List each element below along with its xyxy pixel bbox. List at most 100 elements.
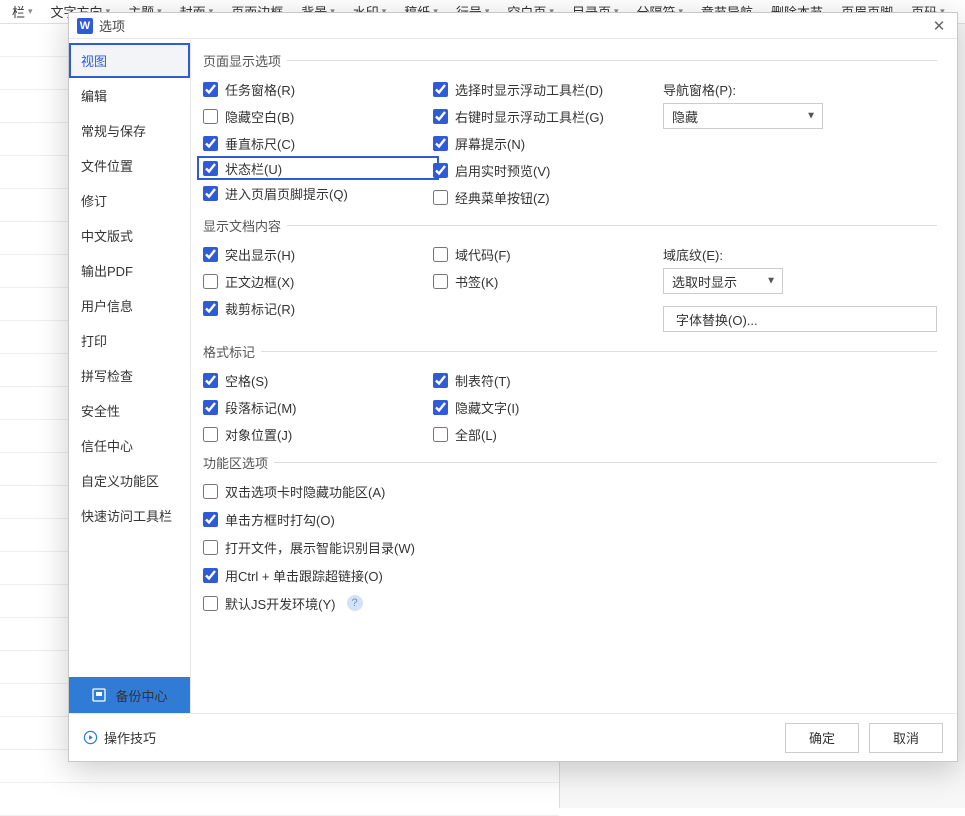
ok-button[interactable]: 确定 — [785, 723, 859, 753]
sidebar-item[interactable]: 安全性 — [69, 393, 190, 428]
format-checkbox[interactable]: 段落标记(M) — [203, 398, 433, 416]
app-icon: W — [77, 18, 93, 34]
ribbon-input[interactable] — [203, 568, 218, 583]
format-label: 段落标记(M) — [225, 398, 297, 417]
play-icon — [83, 730, 98, 745]
display-input[interactable] — [203, 136, 218, 151]
ribbon-checkbox[interactable]: 双击选项卡时隐藏功能区(A) — [203, 482, 937, 500]
chevron-down-icon: ▼ — [806, 111, 816, 122]
format-checkbox[interactable]: 空格(S) — [203, 371, 433, 389]
ribbon-input[interactable] — [203, 484, 218, 499]
format-input[interactable] — [203, 373, 218, 388]
display-input[interactable] — [203, 109, 218, 124]
ribbon-input[interactable] — [203, 512, 218, 527]
sidebar-item[interactable]: 拼写检查 — [69, 358, 190, 393]
format-label: 对象位置(J) — [225, 425, 292, 444]
backup-label: 备份中心 — [115, 686, 167, 705]
chevron-down-icon: ▾ — [28, 6, 33, 17]
display-input[interactable] — [203, 186, 218, 201]
ribbon-checkbox[interactable]: 单击方框时打勾(O) — [203, 510, 937, 528]
dialog-titlebar: W 选项 ✕ — [69, 13, 957, 39]
ribbon-checkbox[interactable]: 打开文件，展示智能识别目录(W) — [203, 538, 937, 556]
nav-pane-select[interactable]: 隐藏 ▼ — [663, 103, 823, 129]
display-checkbox[interactable]: 状态栏(U) — [200, 159, 436, 177]
doccontent-label: 正文边框(X) — [225, 272, 294, 291]
ribbon-label: 默认JS开发环境(Y) — [225, 594, 336, 613]
ribbon-checkbox[interactable]: 用Ctrl + 单击跟踪超链接(O) — [203, 566, 937, 584]
display-input[interactable] — [203, 82, 218, 97]
sidebar-list: 视图编辑常规与保存文件位置修订中文版式输出PDF用户信息打印拼写检查安全性信任中… — [69, 39, 190, 677]
sidebar-item[interactable]: 常规与保存 — [69, 113, 190, 148]
display-checkbox[interactable]: 右键时显示浮动工具栏(G) — [433, 107, 663, 125]
group-ribbon: 功能区选项 双击选项卡时隐藏功能区(A)单击方框时打勾(O)打开文件，展示智能识… — [203, 453, 937, 612]
format-checkbox[interactable]: 隐藏文字(I) — [433, 398, 663, 416]
options-panel: 页面显示选项 任务窗格(R) 隐藏空白(B) 垂直标尺(C) 状态栏(U) 进入页眉页脚… — [191, 39, 957, 713]
display-input[interactable] — [433, 190, 448, 205]
doccontent-checkbox[interactable]: 域代码(F) — [433, 245, 663, 263]
sidebar-item[interactable]: 编辑 — [69, 78, 190, 113]
format-input[interactable] — [433, 373, 448, 388]
ribbon-input[interactable] — [203, 540, 218, 555]
sidebar-item[interactable]: 自定义功能区 — [69, 463, 190, 498]
ribbon-checkbox[interactable]: 默认JS开发环境(Y)? — [203, 594, 937, 612]
chevron-down-icon: ▼ — [766, 276, 776, 287]
format-label: 制表符(T) — [455, 371, 511, 390]
format-input[interactable] — [433, 400, 448, 415]
format-input[interactable] — [433, 427, 448, 442]
font-substitute-button[interactable]: 字体替换(O)... — [663, 306, 937, 332]
sidebar-item[interactable]: 文件位置 — [69, 148, 190, 183]
display-checkbox[interactable]: 启用实时预览(V) — [433, 161, 663, 179]
sidebar-item[interactable]: 快速访问工具栏 — [69, 498, 190, 533]
display-label: 经典菜单按钮(Z) — [455, 188, 550, 207]
help-icon[interactable]: ? — [347, 595, 363, 611]
backup-icon — [91, 687, 107, 703]
format-input[interactable] — [203, 427, 218, 442]
display-checkbox[interactable]: 经典菜单按钮(Z) — [433, 188, 663, 206]
doccontent-checkbox[interactable]: 书签(K) — [433, 272, 663, 290]
doccontent-input[interactable] — [203, 301, 218, 316]
tips-link[interactable]: 操作技巧 — [83, 728, 156, 747]
sidebar-item[interactable]: 输出PDF — [69, 253, 190, 288]
toolbar-item[interactable]: 栏▾ — [4, 1, 41, 23]
close-icon[interactable]: ✕ — [929, 16, 949, 36]
nav-pane-value: 隐藏 — [672, 107, 698, 126]
sidebar-item[interactable]: 修订 — [69, 183, 190, 218]
display-input[interactable] — [203, 161, 218, 176]
tips-label: 操作技巧 — [104, 728, 156, 747]
doccontent-checkbox[interactable]: 正文边框(X) — [203, 272, 433, 290]
display-input[interactable] — [433, 109, 448, 124]
field-shading-select[interactable]: 选取时显示 ▼ — [663, 268, 783, 294]
doccontent-input[interactable] — [433, 274, 448, 289]
doccontent-input[interactable] — [203, 247, 218, 262]
sidebar-item[interactable]: 打印 — [69, 323, 190, 358]
format-checkbox[interactable]: 全部(L) — [433, 425, 663, 443]
display-checkbox[interactable]: 进入页眉页脚提示(Q) — [203, 184, 433, 202]
group-display-legend: 页面显示选项 — [203, 51, 287, 70]
display-checkbox[interactable]: 垂直标尺(C) — [203, 134, 433, 152]
dialog-footer: 操作技巧 确定 取消 — [69, 713, 957, 761]
doccontent-input[interactable] — [203, 274, 218, 289]
display-checkbox[interactable]: 任务窗格(R) — [203, 80, 433, 98]
doccontent-checkbox[interactable]: 裁剪标记(R) — [203, 299, 433, 317]
display-checkbox[interactable]: 隐藏空白(B) — [203, 107, 433, 125]
sidebar-item[interactable]: 信任中心 — [69, 428, 190, 463]
ribbon-input[interactable] — [203, 596, 218, 611]
display-input[interactable] — [433, 163, 448, 178]
backup-center-button[interactable]: 备份中心 — [69, 677, 190, 713]
sidebar-item[interactable]: 用户信息 — [69, 288, 190, 323]
sidebar-item[interactable]: 视图 — [69, 43, 190, 78]
display-input[interactable] — [433, 82, 448, 97]
display-checkbox[interactable]: 选择时显示浮动工具栏(D) — [433, 80, 663, 98]
display-input[interactable] — [433, 136, 448, 151]
ribbon-label: 双击选项卡时隐藏功能区(A) — [225, 482, 385, 501]
format-checkbox[interactable]: 制表符(T) — [433, 371, 663, 389]
doccontent-input[interactable] — [433, 247, 448, 262]
display-label: 进入页眉页脚提示(Q) — [225, 184, 348, 203]
format-input[interactable] — [203, 400, 218, 415]
sidebar-item[interactable]: 中文版式 — [69, 218, 190, 253]
dialog-body: 视图编辑常规与保存文件位置修订中文版式输出PDF用户信息打印拼写检查安全性信任中… — [69, 39, 957, 713]
format-checkbox[interactable]: 对象位置(J) — [203, 425, 433, 443]
display-checkbox[interactable]: 屏幕提示(N) — [433, 134, 663, 152]
cancel-button[interactable]: 取消 — [869, 723, 943, 753]
doccontent-checkbox[interactable]: 突出显示(H) — [203, 245, 433, 263]
